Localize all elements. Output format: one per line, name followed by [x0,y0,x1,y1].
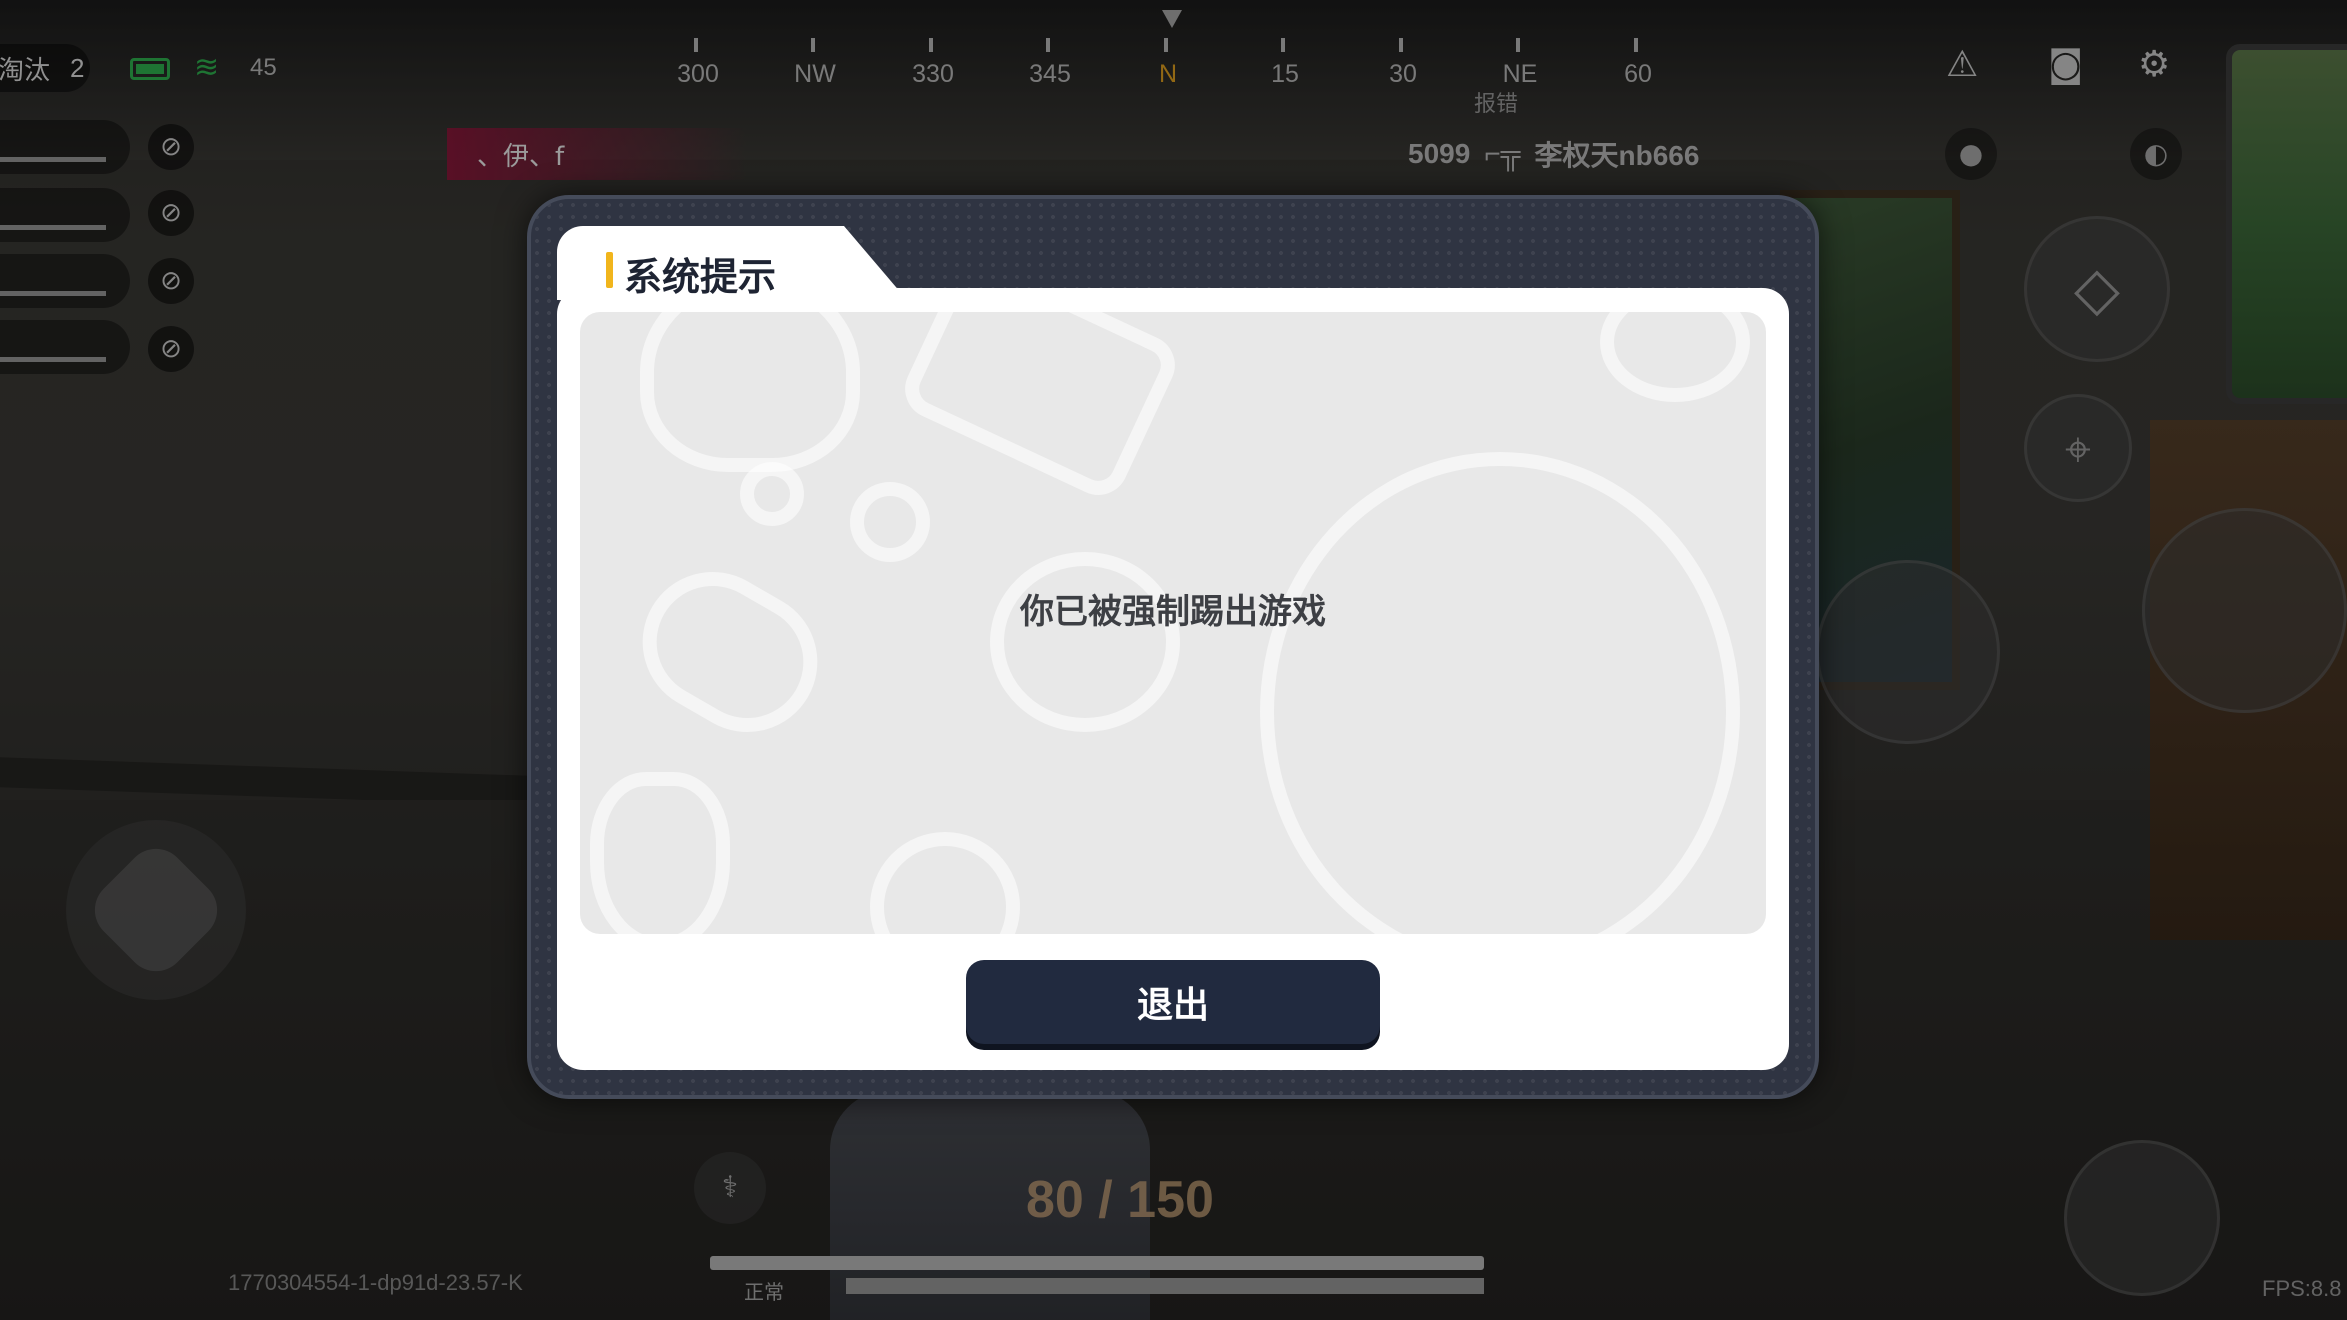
doodle-shape [1260,452,1740,934]
doodle-shape [617,546,843,758]
doodle-shape [870,832,1020,934]
exit-button[interactable]: 退出 [966,960,1380,1044]
doodle-shape [990,552,1180,732]
dialog-message: 你已被强制踢出游戏 [1020,592,1326,632]
dialog-title: 系统提示 [624,255,777,299]
doodle-shape [1600,312,1750,402]
doodle-shape [590,772,730,934]
title-accent-bar [606,252,613,288]
doodle-shape [850,482,930,562]
doodle-shape [740,462,804,526]
doodle-shape [640,312,860,472]
doodle-shape [895,312,1185,505]
